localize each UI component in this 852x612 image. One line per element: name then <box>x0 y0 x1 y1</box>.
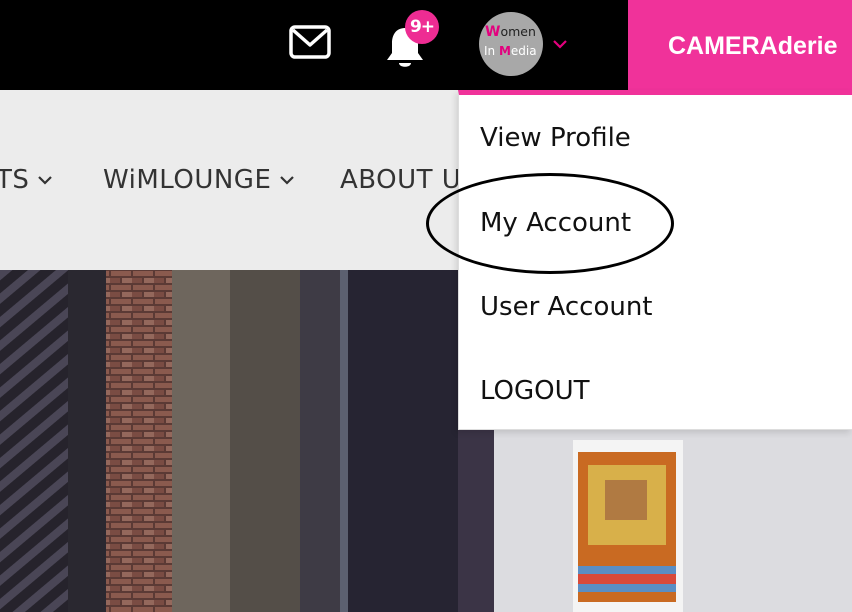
chevron-down-icon <box>38 176 53 185</box>
user-menu-dropdown: View Profile My Account User Account LOG… <box>458 90 852 430</box>
chevron-down-icon <box>280 176 295 185</box>
chevron-down-icon[interactable] <box>551 36 569 50</box>
cameraderie-button[interactable]: CAMERAderie <box>628 0 852 92</box>
avatar[interactable]: Women In Media <box>479 12 543 76</box>
nav-item-label: WiMLOUNGE <box>103 165 272 195</box>
nav-item-about-us[interactable]: ABOUT U <box>340 162 461 198</box>
notification-count-badge: 9+ <box>405 10 439 44</box>
nav-item-events[interactable]: TS <box>0 162 53 198</box>
menu-item-logout[interactable]: LOGOUT <box>480 376 590 406</box>
menu-item-view-profile[interactable]: View Profile <box>480 123 631 153</box>
nav-item-wimlounge[interactable]: WiMLOUNGE <box>103 162 295 198</box>
menu-item-my-account[interactable]: My Account <box>480 208 631 238</box>
avatar-logo-line1: Women <box>485 24 536 40</box>
mail-icon[interactable] <box>288 24 332 62</box>
top-bar: 9+ Women In Media CAMERAderie <box>0 0 852 92</box>
nav-item-label: ABOUT U <box>340 165 462 195</box>
notifications-button[interactable]: 9+ <box>383 10 443 67</box>
nav-item-label: TS <box>0 165 30 195</box>
avatar-logo-line2: In Media <box>484 44 537 58</box>
menu-item-user-account[interactable]: User Account <box>480 292 653 322</box>
